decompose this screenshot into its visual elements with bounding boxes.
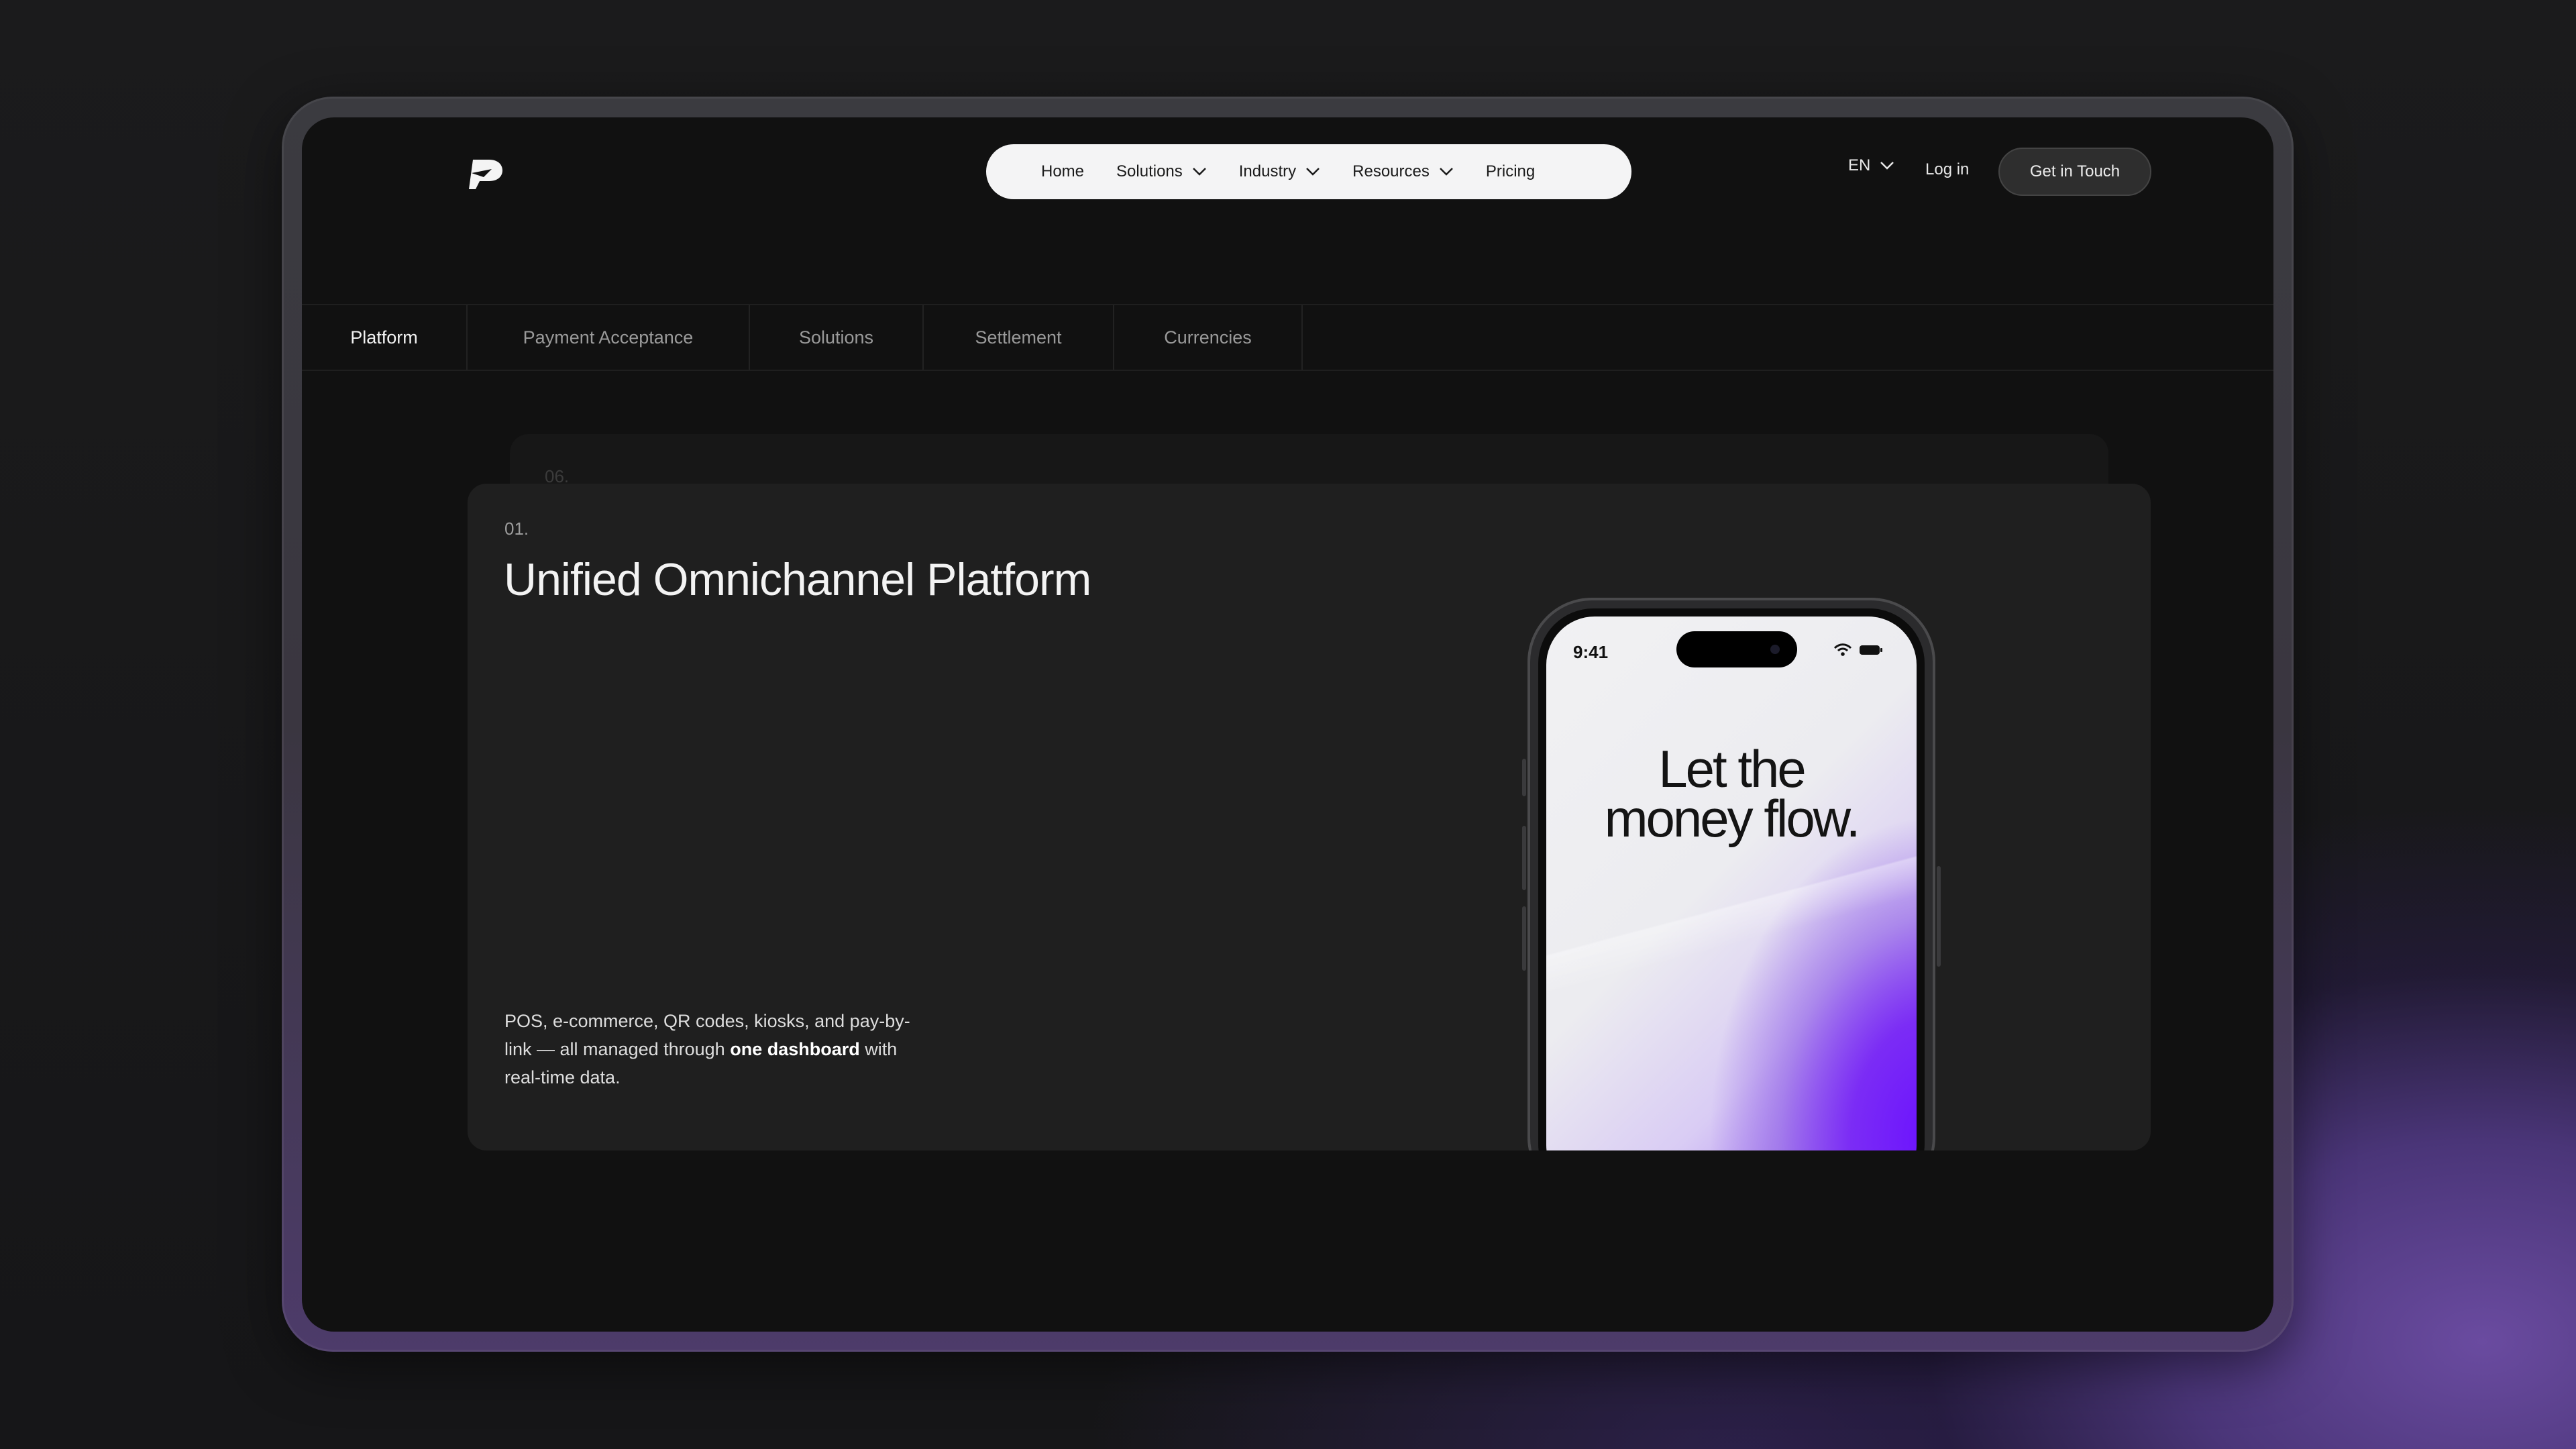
card-desc-bold: one dashboard [730,1039,860,1059]
tab-payment-acceptance[interactable]: Payment Acceptance [468,305,750,370]
phone-side-button [1937,866,1941,967]
nav-resources[interactable]: Resources [1352,162,1454,181]
phone-side-button [1522,826,1526,890]
nav-home-label: Home [1041,162,1085,180]
screen: Home Solutions Industry Resources Pricin… [302,117,2273,1332]
status-time: 9:41 [1573,642,1609,662]
dynamic-island [1676,631,1797,667]
card-title: Unified Omnichannel Platform [504,554,1091,605]
tab-currencies[interactable]: Currencies [1114,305,1303,370]
chevron-down-icon [1880,162,1894,170]
feature-card: 01. Unified Omnichannel Platform POS, e-… [468,484,2151,1150]
camera-icon [1770,645,1780,654]
status-icons [1833,643,1883,657]
phone-side-button [1522,906,1526,971]
phone-mockup: 9:41 Let the money flow. [1522,598,1941,1150]
tab-settlement[interactable]: Settlement [924,305,1114,370]
section-tabs: Platform Payment Acceptance Solutions Se… [302,304,2273,371]
nav-resources-label: Resources [1352,162,1430,180]
phone-side-button [1522,759,1526,796]
nav-home[interactable]: Home [1041,162,1084,181]
card-number: 01. [504,519,529,539]
phone-headline-line1: Let the [1658,739,1807,798]
logo-icon[interactable] [466,154,506,195]
chevron-down-icon [1192,168,1206,176]
chevron-down-icon [1439,168,1453,176]
phone-headline: Let the money flow. [1546,739,1917,848]
battery-icon [1860,645,1882,655]
phone-headline-line2: money flow. [1604,789,1861,848]
tab-platform[interactable]: Platform [302,305,468,370]
get-in-touch-button[interactable]: Get in Touch [1998,148,2151,196]
chevron-down-icon [1306,168,1320,176]
phone-bezel: 9:41 Let the money flow. [1538,608,1925,1150]
nav-industry[interactable]: Industry [1239,162,1320,181]
nav-industry-label: Industry [1238,162,1297,180]
tab-solutions[interactable]: Solutions [750,305,924,370]
phone-screen: 9:41 Let the money flow. [1546,616,1917,1150]
language-selector[interactable]: EN [1848,156,1894,175]
phone-sheen [1546,616,1917,1150]
nav-solutions[interactable]: Solutions [1116,162,1207,181]
login-link[interactable]: Log in [1925,160,1969,179]
nav-pricing-label: Pricing [1485,162,1536,180]
nav-solutions-label: Solutions [1116,162,1183,180]
card-description: POS, e-commerce, QR codes, kiosks, and p… [504,1007,920,1091]
wifi-icon [1833,643,1852,656]
nav-pricing[interactable]: Pricing [1486,162,1535,181]
language-label: EN [1848,156,1871,174]
main-nav: Home Solutions Industry Resources Pricin… [986,144,1631,199]
